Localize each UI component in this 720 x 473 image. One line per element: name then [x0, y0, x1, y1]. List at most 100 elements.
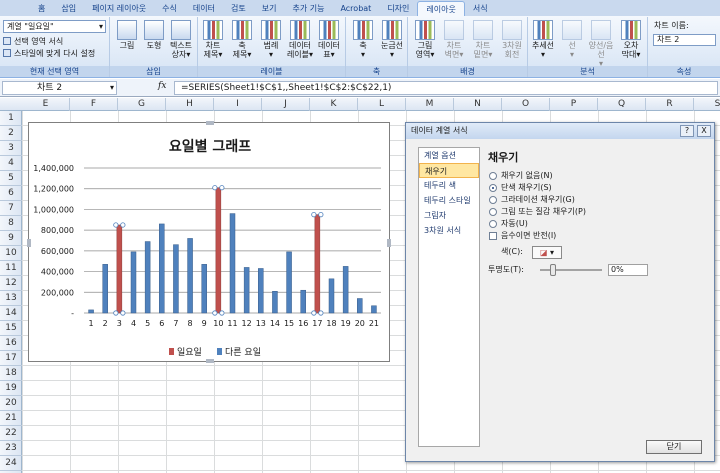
fill-option-radio[interactable]: 단색 채우기(S) — [488, 182, 708, 193]
column-header[interactable]: S — [694, 98, 720, 111]
row-header[interactable]: 16 — [0, 336, 22, 351]
nav-item[interactable]: 그림자 — [419, 208, 479, 223]
chart-floor-button[interactable]: 차트 밑면▾ — [468, 20, 498, 59]
axis-titles-button[interactable]: 축 제목▾ — [227, 20, 257, 59]
chart-name-input[interactable]: 차트 2 — [653, 34, 716, 46]
row-header[interactable]: 23 — [0, 441, 22, 456]
dialog-title-bar[interactable]: 데이터 계열 서식 ? X — [406, 123, 714, 139]
tab-10[interactable]: 레이아웃 — [417, 1, 465, 16]
reset-style-button[interactable]: 스타일에 맞게 다시 설정 — [3, 48, 95, 59]
tab-2[interactable]: 페이지 레이아웃 — [84, 1, 154, 16]
data-labels-button[interactable]: 데이터 레이블▾ — [285, 20, 315, 59]
fill-option-radio[interactable]: 그림 또는 질감 채우기(P) — [488, 206, 708, 217]
tab-4[interactable]: 데이터 — [185, 1, 223, 16]
transparency-value-input[interactable]: 0% — [608, 264, 648, 276]
error-bars-button[interactable]: 오차 막대▾ — [616, 20, 646, 59]
chart-title-button[interactable]: 차트 제목▾ — [198, 20, 228, 59]
nav-item[interactable]: 3차원 서식 — [419, 223, 479, 238]
row-header[interactable]: 24 — [0, 456, 22, 471]
column-header[interactable]: M — [406, 98, 454, 111]
fill-option-radio[interactable]: 자동(U) — [488, 218, 708, 229]
row-header[interactable]: 3 — [0, 141, 22, 156]
column-header[interactable]: G — [118, 98, 166, 111]
chart-area[interactable]: 요일별 그래프 - 200,000 400,000 600,000 800,000 1,00… — [27, 121, 391, 363]
legend-button[interactable]: 범례 ▾ — [256, 20, 286, 59]
nav-item[interactable]: 테두리 색 — [419, 178, 479, 193]
chart-resize-handle[interactable] — [206, 121, 214, 125]
row-header[interactable]: 12 — [0, 276, 22, 291]
column-header[interactable]: Q — [598, 98, 646, 111]
nav-item[interactable]: 테두리 스타일 — [419, 193, 479, 208]
updown-bars-button[interactable]: 양선/음선 ▾ — [586, 20, 616, 68]
column-header[interactable]: R — [646, 98, 694, 111]
row-header[interactable]: 5 — [0, 171, 22, 186]
picture-button[interactable]: 그림 — [112, 20, 142, 50]
formula-input[interactable]: =SERIES(Sheet1!$C$1,,Sheet1!$C$2:$C$22,1… — [174, 81, 718, 95]
row-header[interactable]: 22 — [0, 426, 22, 441]
tab-6[interactable]: 보기 — [254, 1, 285, 16]
tab-9[interactable]: 디자인 — [379, 1, 417, 16]
row-header[interactable]: 18 — [0, 366, 22, 381]
row-header[interactable]: 6 — [0, 186, 22, 201]
row-header[interactable]: 14 — [0, 306, 22, 321]
column-header[interactable]: L — [358, 98, 406, 111]
column-header[interactable]: O — [502, 98, 550, 111]
row-header[interactable]: 13 — [0, 291, 22, 306]
axes-button[interactable]: 축 ▾ — [348, 20, 378, 59]
row-header[interactable]: 20 — [0, 396, 22, 411]
lines-button[interactable]: 선 ▾ — [557, 20, 587, 59]
fill-option-radio[interactable]: 그라데이션 채우기(G) — [488, 194, 708, 205]
close-button[interactable]: 닫기 — [646, 440, 702, 454]
trendline-button[interactable]: 추세선 ▾ — [528, 20, 558, 59]
row-header[interactable]: 7 — [0, 201, 22, 216]
data-table-button[interactable]: 데이터 표▾ — [314, 20, 344, 59]
help-button[interactable]: ? — [680, 125, 694, 137]
chart-resize-handle[interactable] — [27, 239, 31, 247]
tab-8[interactable]: Acrobat — [332, 1, 379, 16]
close-x-button[interactable]: X — [697, 125, 711, 137]
fill-option-radio[interactable]: 채우기 없음(N) — [488, 170, 708, 181]
column-header[interactable]: K — [310, 98, 358, 111]
tab-7[interactable]: 추가 기능 — [284, 1, 332, 16]
row-header[interactable]: 4 — [0, 156, 22, 171]
column-header[interactable]: P — [550, 98, 598, 111]
chart-element-dropdown[interactable]: 계열 "일요일" — [3, 20, 106, 33]
column-header[interactable]: H — [166, 98, 214, 111]
row-header[interactable]: 8 — [0, 216, 22, 231]
plot-area-button[interactable]: 그림 영역▾ — [410, 20, 440, 59]
tab-0[interactable]: 홈 — [30, 1, 53, 16]
tab-11[interactable]: 서식 — [465, 1, 496, 16]
row-header[interactable]: 17 — [0, 351, 22, 366]
row-header[interactable]: 19 — [0, 381, 22, 396]
nav-item[interactable]: 채우기 — [419, 163, 479, 178]
shapes-button[interactable]: 도형 — [139, 20, 169, 50]
chart-resize-handle[interactable] — [206, 359, 214, 363]
color-picker-button[interactable]: ◪ ▾ — [532, 246, 562, 259]
row-header[interactable]: 10 — [0, 246, 22, 261]
tab-5[interactable]: 검토 — [223, 1, 254, 16]
column-header[interactable]: J — [262, 98, 310, 111]
row-header[interactable]: 2 — [0, 126, 22, 141]
column-header[interactable]: I — [214, 98, 262, 111]
tab-3[interactable]: 수식 — [154, 1, 185, 16]
row-header[interactable]: 1 — [0, 111, 22, 126]
format-selection-button[interactable]: 선택 영역 서식 — [3, 36, 63, 47]
row-header[interactable]: 21 — [0, 411, 22, 426]
invert-if-negative-checkbox[interactable]: 음수이면 반전(I) — [488, 230, 708, 241]
nav-item[interactable]: 계열 옵션 — [419, 148, 479, 163]
chart-wall-button[interactable]: 차트 벽면▾ — [439, 20, 469, 59]
insert-function-button[interactable]: fx — [158, 81, 166, 91]
column-header[interactable]: E — [22, 98, 70, 111]
row-header[interactable]: 9 — [0, 231, 22, 246]
column-header[interactable]: N — [454, 98, 502, 111]
rotation-3d-button[interactable]: 3차원 회전 — [497, 20, 527, 59]
chart-resize-handle[interactable] — [387, 239, 391, 247]
row-header[interactable]: 15 — [0, 321, 22, 336]
name-box[interactable]: 차트 2 — [2, 81, 117, 95]
textbox-button[interactable]: 텍스트 상자▾ — [166, 20, 196, 59]
row-header[interactable]: 11 — [0, 261, 22, 276]
gridlines-button[interactable]: 눈금선 ▾ — [377, 20, 407, 59]
transparency-slider-thumb[interactable] — [550, 264, 556, 276]
tab-1[interactable]: 삽입 — [53, 1, 84, 16]
column-header[interactable]: F — [70, 98, 118, 111]
